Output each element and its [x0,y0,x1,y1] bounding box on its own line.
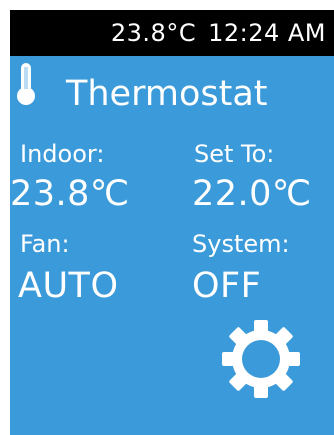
status-readout: 23.8°C 12:24 AM [111,14,326,52]
fan-label: Fan: [20,230,70,258]
status-time: 12:24 AM [208,19,326,47]
system-mode-value[interactable]: OFF [192,266,261,306]
fan-mode-value[interactable]: AUTO [18,266,119,306]
status-temperature: 23.8°C [110,19,197,47]
gear-icon [222,320,300,398]
settings-button[interactable] [220,318,302,400]
indoor-label: Indoor: [20,140,105,168]
set-to-label: Set To: [194,140,275,168]
thermometer-icon [15,62,37,106]
page-title: Thermostat [66,74,268,114]
thermostat-screen: 23.8°C 12:24 AM Thermostat Indoor: Set To… [0,0,334,435]
thermostat-panel: Thermostat Indoor: Set To: 23.8℃ 22.0℃ F… [10,56,334,435]
system-label: System: [192,230,290,258]
indoor-temperature-value: 23.8℃ [10,174,130,214]
set-to-temperature-value[interactable]: 22.0℃ [192,174,312,214]
status-bar: 23.8°C 12:24 AM [10,10,334,56]
